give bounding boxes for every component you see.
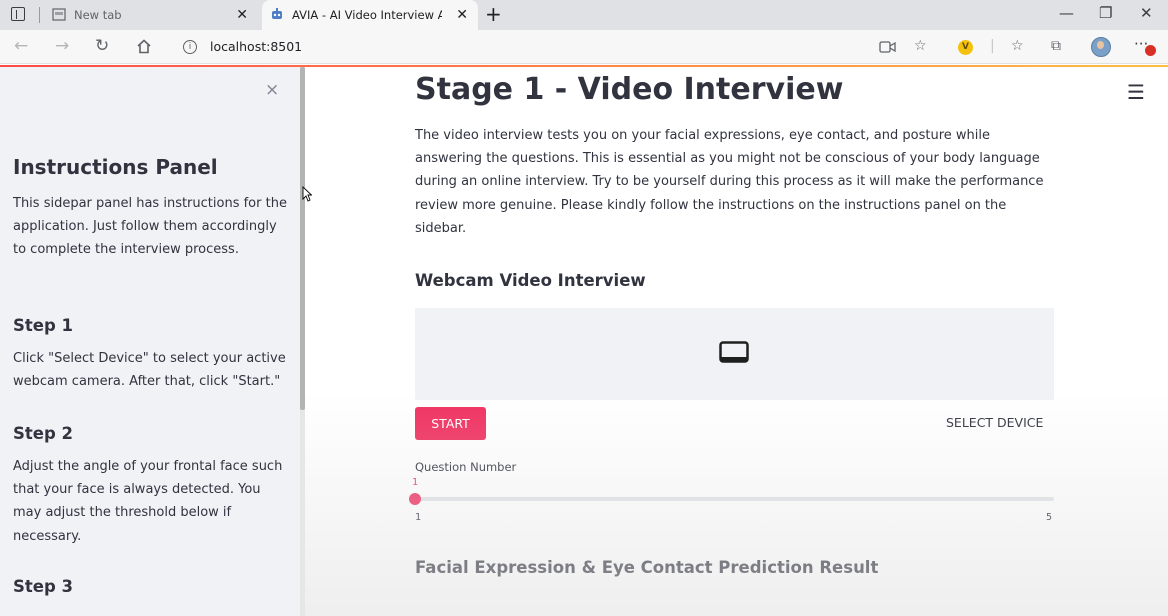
back-arrow-icon[interactable]: ←	[14, 36, 28, 56]
slider-current-value: 1	[412, 477, 419, 488]
tab-actions-icon[interactable]	[11, 7, 25, 21]
vpn-extension-icon[interactable]: V	[958, 40, 973, 55]
step-1-text: Click "Select Device" to select your act…	[13, 351, 286, 390]
robot-favicon-icon	[272, 8, 282, 19]
new-tab-page-icon	[52, 8, 66, 21]
slider-max-value: 5	[1046, 512, 1053, 523]
step-3-heading: Step 3	[13, 577, 73, 596]
step-1-heading: Step 1	[13, 316, 73, 335]
tab-label: AVIA - AI Video Interview Analyz	[292, 8, 442, 22]
sidebar-intro: This sidepar panel has instructions for …	[13, 196, 287, 258]
hamburger-menu-icon[interactable]: ☰	[1127, 80, 1145, 104]
slider-handle[interactable]	[409, 493, 421, 505]
question-number-slider[interactable]	[415, 497, 1054, 501]
tab-new-tab[interactable]: New tab ✕	[44, 0, 258, 30]
question-number-label: Question Number	[415, 460, 517, 474]
tab-close-icon[interactable]: ✕	[456, 0, 468, 30]
video-placeholder-icon	[719, 341, 749, 363]
page-title: Stage 1 - Video Interview	[415, 72, 844, 107]
address-field[interactable]: localhost:8501	[210, 39, 302, 54]
forward-arrow-icon[interactable]: →	[55, 36, 69, 56]
collections-icon[interactable]: ⧉	[1051, 38, 1061, 54]
tab-close-icon[interactable]: ✕	[236, 0, 248, 30]
window-close-icon[interactable]: ✕	[1140, 4, 1153, 22]
new-tab-plus-icon[interactable]: +	[485, 2, 502, 26]
favorites-icon[interactable]: ☆	[1011, 38, 1024, 54]
intro-paragraph: The video interview tests you on your fa…	[415, 128, 1044, 236]
home-icon[interactable]	[136, 39, 152, 54]
profile-avatar[interactable]	[1091, 37, 1111, 57]
step-2-text: Adjust the angle of your frontal face su…	[13, 459, 283, 544]
instructions-sidebar: × Instructions Panel This sidepar panel …	[0, 67, 300, 616]
camera-in-use-icon[interactable]	[879, 41, 896, 53]
address-toolbar: ← → ↻ i localhost:8501 ☆ V | ☆ ⧉ ···	[0, 30, 1168, 64]
browser-tab-bar: New tab ✕ AVIA - AI Video Interview Anal…	[0, 0, 1168, 30]
refresh-icon[interactable]: ↻	[95, 36, 109, 56]
slider-min-value: 1	[415, 512, 422, 523]
step-2-heading: Step 2	[13, 424, 73, 443]
tab-avia[interactable]: AVIA - AI Video Interview Analyz ✕	[262, 0, 478, 30]
notification-badge	[1145, 45, 1156, 56]
sidebar-close-icon[interactable]: ×	[265, 80, 279, 100]
webcam-heading: Webcam Video Interview	[415, 271, 646, 290]
sidebar-title: Instructions Panel	[13, 155, 218, 179]
restore-icon[interactable]: ❐	[1099, 4, 1112, 22]
minimize-icon[interactable]: —	[1059, 4, 1074, 22]
favorite-add-icon[interactable]: ☆	[914, 38, 927, 54]
select-device-button[interactable]: SELECT DEVICE	[946, 415, 1043, 430]
result-heading: Facial Expression & Eye Contact Predicti…	[415, 558, 879, 577]
site-info-icon[interactable]: i	[183, 40, 197, 54]
start-button[interactable]: START	[415, 407, 486, 440]
webcam-video-area	[415, 308, 1054, 400]
toolbar-divider: |	[990, 38, 995, 54]
tab-separator	[39, 7, 40, 23]
mouse-cursor-icon	[302, 186, 312, 202]
tab-label: New tab	[74, 8, 122, 22]
sidebar-scrollbar-thumb[interactable]	[300, 67, 305, 410]
